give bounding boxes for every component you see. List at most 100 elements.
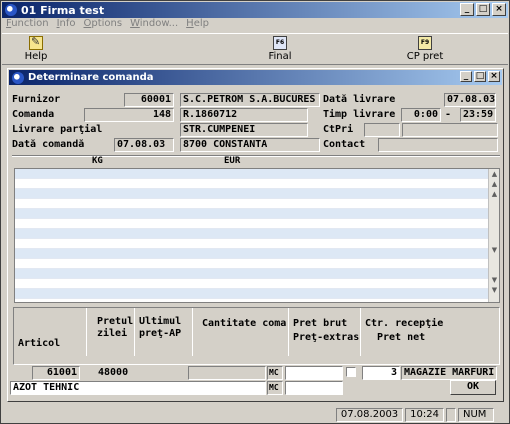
pret-brut-field[interactable] [285, 366, 343, 380]
table-row[interactable] [15, 269, 499, 279]
ultimul-header: Ultimul [139, 316, 182, 327]
ok-button[interactable]: OK [450, 380, 496, 395]
kg-label: KG [92, 156, 103, 166]
timp-from-field[interactable]: 0:00 [401, 108, 441, 122]
table-row[interactable] [15, 209, 499, 219]
furnizor-field[interactable]: 60001 [124, 93, 174, 107]
scroll-pagedown-icon[interactable]: ▼ [489, 245, 500, 255]
data-comanda-field[interactable]: 07.08.03 [114, 138, 174, 152]
magazie-field[interactable]: MAGAZIE MARFURI [401, 366, 497, 380]
cp-pret-button[interactable]: F9 CP pret [400, 36, 450, 62]
menubar: Function Info Options Window... Help [2, 18, 508, 32]
furnizor-label: Furnizor [12, 94, 61, 105]
child-title: Determinare comanda [28, 72, 154, 83]
supplier-city-field: 8700 CONSTANTA [180, 138, 320, 152]
data-comanda-label: Dată comandă [12, 139, 85, 150]
livrare-partial-label: Livrare parţial [12, 124, 103, 135]
maximize-button[interactable]: □ [476, 3, 490, 16]
toolbar: Help F6 Final F9 CP pret [2, 33, 508, 65]
article-name-field: AZOT TEHNIC [10, 381, 266, 395]
final-label: Final [268, 51, 292, 62]
minimize-button[interactable]: _ [460, 3, 474, 16]
help-label: Help [24, 51, 48, 62]
menu-help[interactable]: Help [186, 18, 209, 32]
menu-info[interactable]: Info [57, 18, 76, 32]
timp-to-field[interactable]: 23:59 [460, 108, 496, 122]
table-row[interactable] [15, 289, 499, 299]
pret-brut-header: Pret brut [293, 318, 348, 329]
menu-function[interactable]: Function [6, 18, 49, 32]
pret-extras-header: Preţ-extras [293, 332, 360, 343]
articol-header: Articol [18, 338, 61, 349]
separator [12, 155, 500, 157]
final-button[interactable]: F6 Final [255, 36, 305, 62]
menu-window[interactable]: Window... [130, 18, 178, 32]
app-titlebar: 01 Firma test _ □ × [2, 2, 508, 18]
ctr-receptie-header: Ctr. recepţie [365, 318, 444, 329]
items-grid[interactable]: ▲ ▲ ▲ ▼ ▼ ▼ [14, 168, 500, 303]
qty-field[interactable]: 3 [362, 366, 400, 380]
scroll-up-icon[interactable]: ▲ [489, 179, 500, 189]
articol-field[interactable]: 61001 [32, 366, 80, 380]
status-date: 07.08.2003 [335, 407, 404, 422]
child-close-button[interactable]: × [488, 71, 500, 82]
timp-livrare-label: Timp livrare [323, 109, 396, 120]
table-row[interactable] [15, 239, 499, 249]
table-row[interactable] [15, 249, 499, 259]
close-button[interactable]: × [492, 3, 506, 16]
cantitate-field[interactable] [188, 366, 266, 380]
divider-1 [86, 308, 87, 356]
cantitate-header: Cantitate coma [202, 318, 287, 329]
comanda-label: Comanda [12, 109, 55, 120]
table-row[interactable] [15, 279, 499, 289]
divider-4 [288, 308, 289, 356]
receptie-checkbox[interactable] [346, 367, 356, 377]
pret-net-header: Pret net [377, 332, 426, 343]
main-window: 01 Firma test _ □ × Function Info Option… [0, 0, 510, 424]
status-bar: 07.08.2003 10:24 NUM [2, 406, 508, 423]
supplier-name-field: S.C.PETROM S.A.BUCURES [180, 93, 320, 107]
status-num: NUM [458, 407, 494, 422]
table-row[interactable] [15, 199, 499, 209]
scroll-top-icon[interactable]: ▲ [489, 169, 500, 179]
supplier-reg-field: R.1860712 [180, 108, 308, 122]
divider-2 [134, 308, 135, 356]
data-livrare-label: Dată livrare [323, 94, 396, 105]
table-row[interactable] [15, 259, 499, 269]
child-titlebar: Determinare comanda _ □ × [9, 70, 502, 85]
table-row[interactable] [15, 189, 499, 199]
scroll-down-icon[interactable]: ▼ [489, 275, 500, 285]
eur-label: EUR [224, 156, 241, 166]
table-row[interactable] [15, 229, 499, 239]
f9-key-icon: F9 [418, 36, 432, 50]
contact-field[interactable] [378, 138, 498, 152]
contact-label: Contact [323, 139, 366, 150]
grid-scrollbar[interactable]: ▲ ▲ ▲ ▼ ▼ ▼ [488, 169, 499, 302]
divider-3 [192, 308, 193, 356]
app-icon [5, 4, 17, 16]
app-title: 01 Firma test [21, 3, 105, 17]
status-empty [446, 407, 456, 422]
timp-separator: - [445, 109, 452, 120]
zilei-header: zilei [97, 328, 128, 339]
child-maximize-button[interactable]: □ [474, 71, 486, 82]
data-livrare-field[interactable]: 07.08.03 [444, 93, 496, 107]
ctpri-field[interactable] [364, 123, 400, 137]
cp-pret-label: CP pret [406, 51, 444, 62]
pret-extras-field[interactable] [285, 381, 343, 395]
table-row[interactable] [15, 179, 499, 189]
menu-options[interactable]: Options [84, 18, 123, 32]
child-minimize-button[interactable]: _ [460, 71, 472, 82]
scroll-pageup-icon[interactable]: ▲ [489, 189, 500, 199]
table-row[interactable] [15, 219, 499, 229]
ctpri-label: CtPri [323, 124, 354, 135]
help-button[interactable]: Help [11, 35, 61, 62]
comanda-field[interactable]: 148 [84, 108, 174, 122]
column-header-panel: Articol Pretul zilei Ultimul preţ-AP Can… [13, 307, 500, 365]
pretul-header: Pretul [97, 316, 134, 327]
supplier-street-field: STR.CUMPENEI [180, 123, 308, 137]
child-icon [12, 71, 24, 84]
table-row[interactable] [15, 169, 499, 179]
scroll-bottom-icon[interactable]: ▼ [489, 285, 500, 295]
pretul-value: 48000 [98, 367, 129, 378]
